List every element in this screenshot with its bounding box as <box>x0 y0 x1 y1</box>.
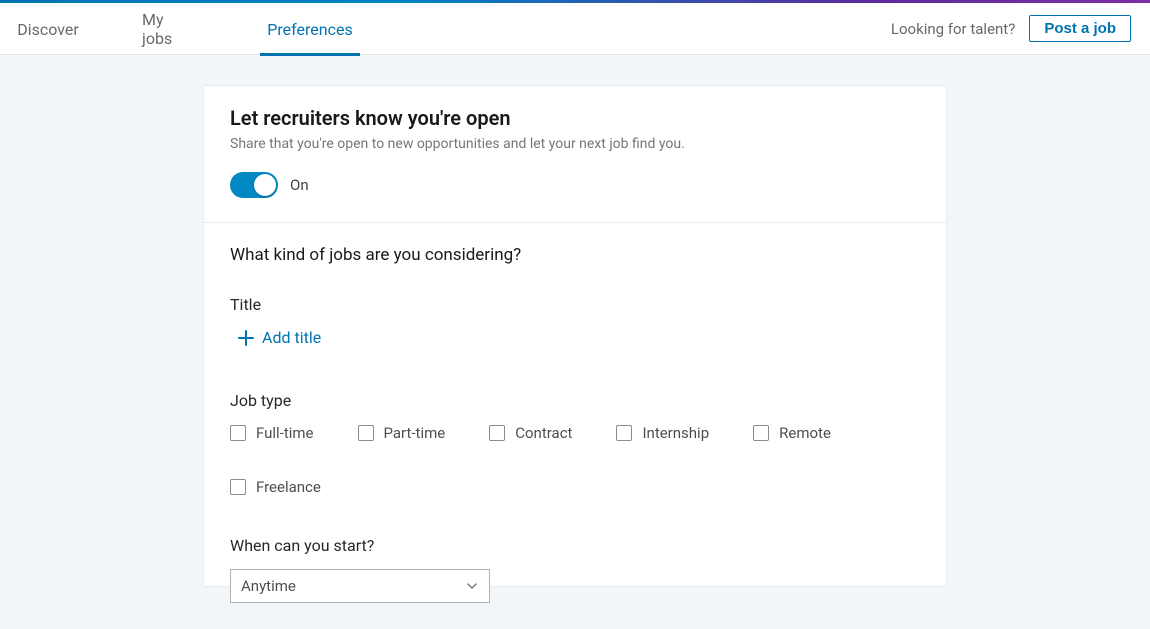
checkbox-label: Remote <box>779 424 831 442</box>
nav-tabs: Discover My jobs Preferences <box>0 3 360 54</box>
nav-right: Looking for talent? Post a job <box>891 3 1150 54</box>
checkbox-box <box>230 479 246 495</box>
tab-discover[interactable]: Discover <box>19 3 77 55</box>
checkbox-label: Full-time <box>256 424 314 442</box>
checkbox-freelance[interactable]: Freelance <box>230 478 321 496</box>
title-label: Title <box>230 295 920 314</box>
start-label: When can you start? <box>230 536 920 555</box>
jobtype-options: Full-time Part-time Contract Internship <box>230 424 920 496</box>
checkbox-full-time[interactable]: Full-time <box>230 424 314 442</box>
checkbox-part-time[interactable]: Part-time <box>358 424 446 442</box>
preferences-card: Let recruiters know you're open Share th… <box>203 85 947 587</box>
tab-preferences[interactable]: Preferences <box>260 3 360 55</box>
content-area: Let recruiters know you're open Share th… <box>0 55 1150 587</box>
checkbox-box <box>753 425 769 441</box>
card-body: What kind of jobs are you considering? T… <box>204 223 946 629</box>
checkbox-box <box>230 425 246 441</box>
checkbox-box <box>489 425 505 441</box>
card-header: Let recruiters know you're open Share th… <box>204 86 946 223</box>
looking-for-talent-text: Looking for talent? <box>891 20 1015 38</box>
start-value: Anytime <box>241 577 296 595</box>
jobtype-label: Job type <box>230 391 920 410</box>
tab-label: Discover <box>17 20 79 39</box>
open-toggle-row: On <box>230 172 920 198</box>
tab-my-jobs[interactable]: My jobs <box>142 3 194 55</box>
chevron-down-icon <box>465 579 479 593</box>
tab-label: Preferences <box>267 20 352 39</box>
checkbox-label: Freelance <box>256 478 321 496</box>
checkbox-contract[interactable]: Contract <box>489 424 572 442</box>
open-toggle-label: On <box>290 176 309 194</box>
start-block: When can you start? Anytime <box>230 536 920 603</box>
tab-label: My jobs <box>142 10 194 48</box>
jobtype-block: Job type Full-time Part-time Contract <box>230 391 920 496</box>
card-subtitle: Share that you're open to new opportunit… <box>230 136 920 152</box>
start-select[interactable]: Anytime <box>230 569 490 603</box>
checkbox-label: Internship <box>642 424 709 442</box>
checkbox-internship[interactable]: Internship <box>616 424 709 442</box>
checkbox-label: Part-time <box>384 424 446 442</box>
checkbox-label: Contract <box>515 424 572 442</box>
checkbox-box <box>358 425 374 441</box>
navbar: Discover My jobs Preferences Looking for… <box>0 3 1150 55</box>
checkbox-remote[interactable]: Remote <box>753 424 831 442</box>
card-title: Let recruiters know you're open <box>230 106 920 130</box>
plus-icon <box>238 330 254 346</box>
toggle-knob <box>254 174 276 196</box>
jobs-question: What kind of jobs are you considering? <box>230 245 920 265</box>
post-a-job-label: Post a job <box>1044 20 1116 37</box>
open-toggle[interactable] <box>230 172 278 198</box>
add-title-label: Add title <box>262 328 321 347</box>
post-a-job-button[interactable]: Post a job <box>1029 15 1131 42</box>
checkbox-box <box>616 425 632 441</box>
add-title-button[interactable]: Add title <box>238 328 321 347</box>
